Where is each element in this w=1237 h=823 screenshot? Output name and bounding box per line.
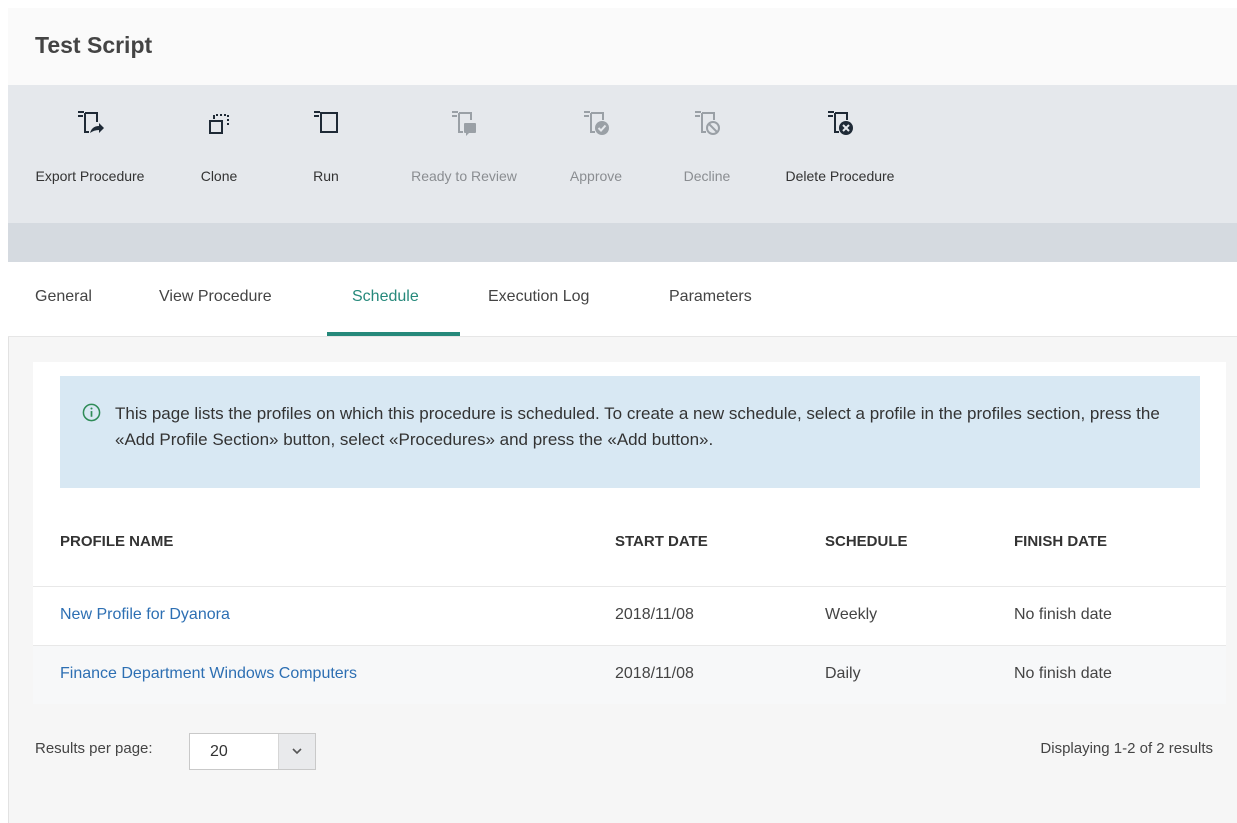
run-icon <box>314 111 338 133</box>
decline-icon <box>695 111 720 135</box>
run-label: Run <box>313 168 339 184</box>
results-per-page-select[interactable]: 20 <box>189 733 316 770</box>
clone-button[interactable]: Clone <box>189 85 249 223</box>
results-per-page-label: Results per page: <box>35 740 153 757</box>
tab-bar: General View Procedure Schedule Executio… <box>8 262 1237 337</box>
column-header-schedule[interactable]: SCHEDULE <box>825 533 908 550</box>
tab-view-procedure[interactable]: View Procedure <box>159 288 272 306</box>
decline-button[interactable]: Decline <box>676 85 738 223</box>
schedule-cell: Weekly <box>825 606 878 623</box>
title-bar: Test Script <box>8 8 1237 85</box>
clone-icon <box>209 114 229 134</box>
profile-name-link[interactable]: New Profile for Dyanora <box>60 606 230 624</box>
column-header-finish-date[interactable]: FINISH DATE <box>1014 533 1107 550</box>
header-divider <box>33 586 1226 587</box>
profile-name-link[interactable]: Finance Department Windows Computers <box>60 665 357 683</box>
toolbar-divider-band <box>8 223 1237 262</box>
start-date-cell: 2018/11/08 <box>615 665 694 682</box>
run-button[interactable]: Run <box>301 85 351 223</box>
info-icon <box>82 403 101 422</box>
finish-date-cell: No finish date <box>1014 606 1112 623</box>
export-procedure-icon <box>78 111 104 133</box>
page-title: Test Script <box>35 32 153 58</box>
delete-procedure-label: Delete Procedure <box>785 168 895 184</box>
export-procedure-button[interactable]: Export Procedure <box>20 85 160 223</box>
tab-schedule[interactable]: Schedule <box>352 288 419 306</box>
approve-label: Approve <box>569 168 623 184</box>
tab-execution-log[interactable]: Execution Log <box>488 288 589 306</box>
results-per-page-value: 20 <box>210 743 228 760</box>
results-summary: Displaying 1-2 of 2 results <box>1040 740 1213 757</box>
start-date-cell: 2018/11/08 <box>615 606 694 623</box>
dropdown-toggle[interactable] <box>278 734 315 769</box>
clone-label: Clone <box>200 168 238 184</box>
ready-to-review-button[interactable]: Ready to Review <box>394 85 534 223</box>
active-tab-indicator <box>327 332 460 336</box>
toolbar: Export Procedure Clone Run Ready to Revi… <box>8 85 1237 223</box>
delete-procedure-button[interactable]: Delete Procedure <box>770 85 910 223</box>
finish-date-cell: No finish date <box>1014 665 1112 682</box>
column-header-start-date[interactable]: START DATE <box>615 533 708 550</box>
chevron-down-icon <box>292 748 302 755</box>
notice-text: This page lists the profiles on which th… <box>115 404 1160 449</box>
delete-procedure-icon <box>828 111 853 135</box>
export-procedure-label: Export Procedure <box>35 168 145 184</box>
info-notice: This page lists the profiles on which th… <box>60 376 1200 488</box>
tab-parameters[interactable]: Parameters <box>669 288 752 306</box>
ready-to-review-icon <box>452 111 476 136</box>
schedule-cell: Daily <box>825 665 861 682</box>
tab-general[interactable]: General <box>35 288 92 306</box>
decline-label: Decline <box>683 168 731 184</box>
column-header-profile-name[interactable]: PROFILE NAME <box>60 533 173 550</box>
approve-icon <box>584 111 609 135</box>
approve-button[interactable]: Approve <box>561 85 631 223</box>
ready-to-review-label: Ready to Review <box>411 168 517 184</box>
